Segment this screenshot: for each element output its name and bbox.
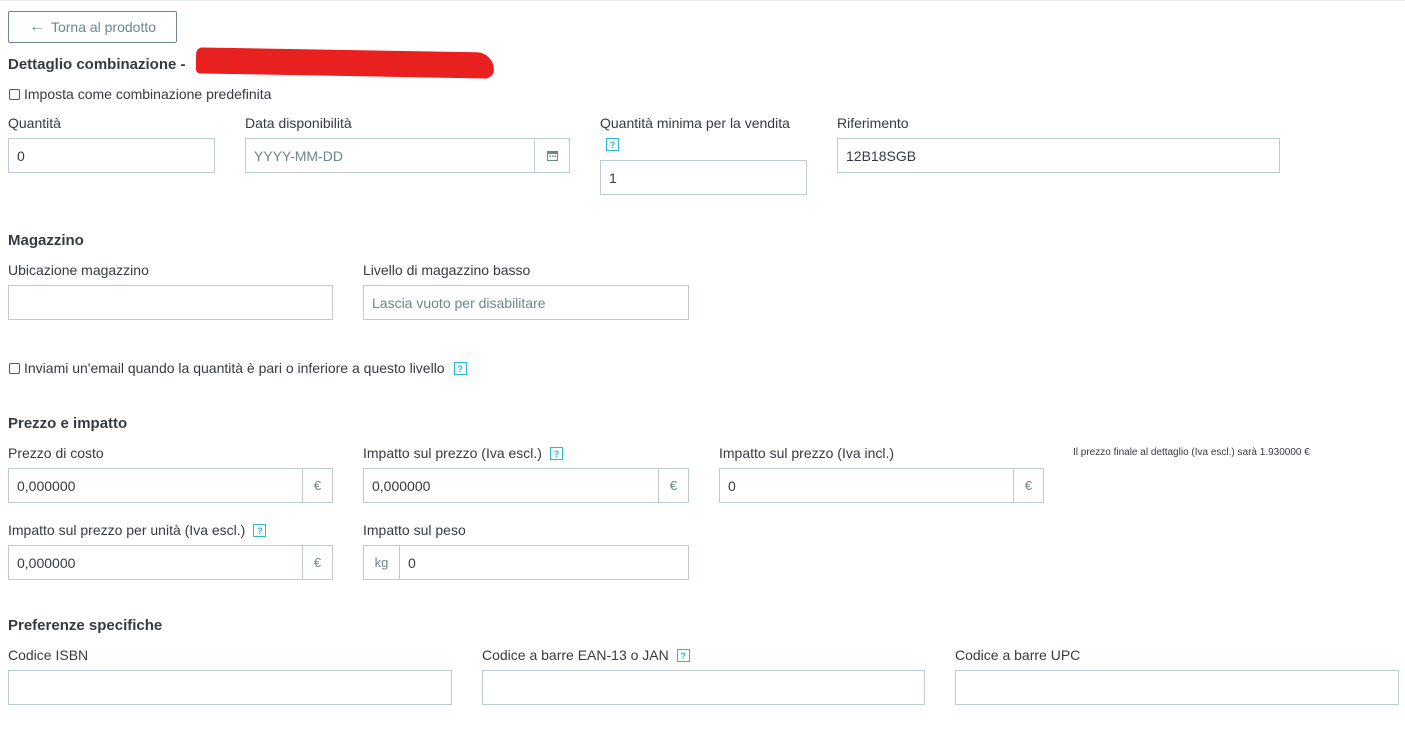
low-stock-level-placeholder: Lascia vuoto per disabilitare	[372, 294, 546, 311]
availability-date-label: Data disponibilità	[245, 115, 352, 131]
reference-label: Riferimento	[837, 115, 909, 131]
default-combination-label: Imposta come combinazione predefinita	[24, 86, 272, 102]
quantity-value: 0	[17, 147, 25, 164]
specific-preferences-heading: Preferenze specifiche	[8, 617, 163, 634]
impact-incl-label: Impatto sul prezzo (Iva incl.)	[719, 445, 895, 461]
unit-impact-label-row: Impatto sul prezzo per unità (Iva escl.)…	[8, 522, 267, 538]
availability-date-input[interactable]: YYYY-MM-DD	[245, 138, 570, 173]
cost-price-label: Prezzo di costo	[8, 445, 104, 461]
euro-addon: €	[302, 546, 332, 579]
cost-price-input[interactable]: 0,000000 €	[8, 468, 333, 503]
low-stock-email-checkbox[interactable]	[9, 362, 20, 374]
cost-price-value: 0,000000	[17, 477, 76, 494]
stock-location-input[interactable]	[8, 285, 333, 320]
reference-value: 12B18SGB	[846, 147, 917, 164]
help-icon[interactable]: ?	[453, 361, 467, 375]
unit-impact-label: Impatto sul prezzo per unità (Iva escl.)	[8, 522, 246, 538]
min-quantity-input[interactable]: 1	[600, 160, 807, 195]
kg-addon: kg	[364, 546, 400, 579]
default-combination-checkbox[interactable]	[9, 88, 20, 100]
help-icon[interactable]: ?	[676, 648, 690, 662]
low-stock-level-label: Livello di magazzino basso	[363, 262, 531, 278]
impact-excl-label: Impatto sul prezzo (Iva escl.)	[363, 445, 542, 461]
quantity-label: Quantità	[8, 115, 61, 131]
impact-excl-label-row: Impatto sul prezzo (Iva escl.) ?	[363, 445, 563, 461]
min-quantity-value: 1	[609, 169, 617, 186]
impact-incl-input[interactable]: 0 €	[719, 468, 1044, 503]
weight-impact-input[interactable]: kg 0	[363, 545, 689, 580]
upc-label: Codice a barre UPC	[955, 647, 1081, 663]
stock-location-label: Ubicazione magazzino	[8, 262, 149, 278]
availability-date-placeholder: YYYY-MM-DD	[254, 147, 343, 164]
final-price-note: Il prezzo finale al dettaglio (Iva escl.…	[1073, 447, 1310, 458]
min-quantity-label: Quantità minima per la vendita	[600, 115, 790, 131]
impact-excl-value: 0,000000	[372, 477, 431, 494]
euro-addon: €	[1013, 469, 1043, 502]
calendar-icon[interactable]	[534, 139, 569, 172]
low-stock-level-input[interactable]: Lascia vuoto per disabilitare	[363, 285, 689, 320]
unit-impact-value: 0,000000	[17, 554, 76, 571]
upc-input[interactable]	[955, 670, 1399, 705]
stock-heading: Magazzino	[8, 232, 84, 249]
ean13-input[interactable]	[482, 670, 925, 705]
ean13-label: Codice a barre EAN-13 o JAN	[482, 647, 669, 663]
help-icon[interactable]: ?	[549, 446, 563, 460]
help-icon[interactable]: ?	[606, 138, 619, 151]
quantity-input[interactable]: 0	[8, 138, 215, 173]
ean13-label-row: Codice a barre EAN-13 o JAN ?	[482, 647, 690, 663]
impact-incl-value: 0	[728, 477, 736, 494]
default-combination-row[interactable]: Imposta come combinazione predefinita	[9, 86, 271, 102]
redaction-mark	[195, 47, 495, 79]
back-button-label: Torna al prodotto	[50, 19, 157, 35]
isbn-label: Codice ISBN	[8, 647, 89, 663]
page-title: Dettaglio combinazione -	[8, 56, 186, 73]
price-heading: Prezzo e impatto	[8, 415, 128, 432]
weight-impact-label: Impatto sul peso	[363, 522, 466, 538]
unit-impact-input[interactable]: 0,000000 €	[8, 545, 333, 580]
help-icon[interactable]: ?	[253, 523, 267, 537]
impact-excl-input[interactable]: 0,000000 €	[363, 468, 689, 503]
low-stock-email-row[interactable]: Inviami un'email quando la quantità è pa…	[9, 360, 467, 376]
euro-addon: €	[302, 469, 332, 502]
low-stock-email-label: Inviami un'email quando la quantità è pa…	[24, 360, 445, 376]
reference-input[interactable]: 12B18SGB	[837, 138, 1280, 173]
top-divider	[0, 0, 1405, 1]
isbn-input[interactable]	[8, 670, 452, 705]
euro-addon: €	[658, 469, 688, 502]
back-to-product-button[interactable]: ← Torna al prodotto	[8, 11, 177, 43]
weight-impact-value: 0	[408, 554, 416, 571]
arrow-left-icon: ←	[28, 18, 45, 35]
